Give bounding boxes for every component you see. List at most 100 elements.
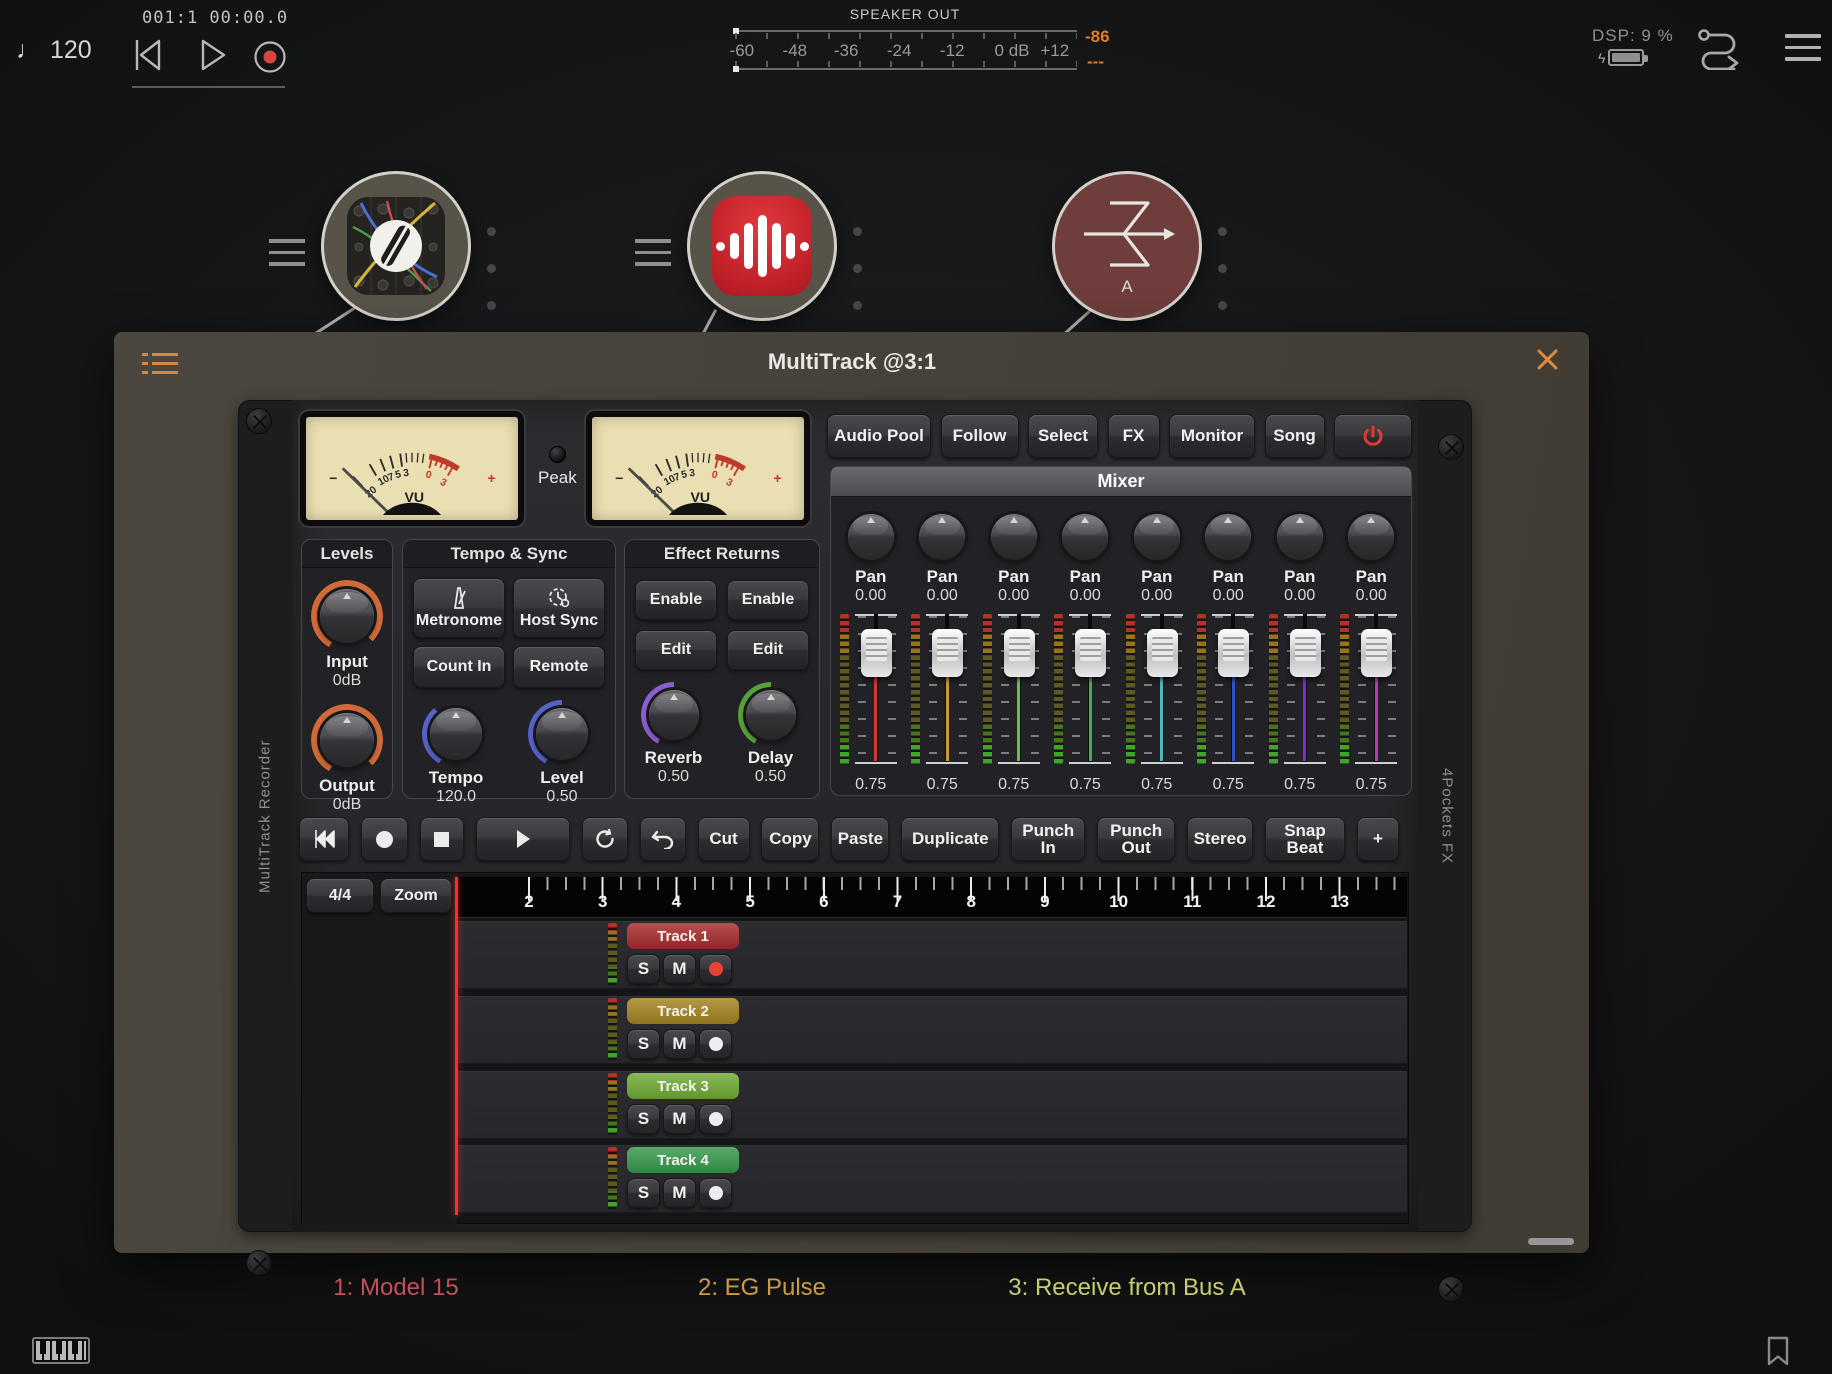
undo-button[interactable]: [640, 817, 686, 861]
track-name[interactable]: Track 4: [627, 1147, 739, 1173]
bar-ruler[interactable]: 2 3 4 5 6 7 8 9 10 11 12 13: [457, 877, 1407, 918]
count-in-button[interactable]: Count In: [413, 646, 505, 688]
track-lane[interactable]: [457, 1145, 1407, 1213]
mute-button[interactable]: M: [663, 954, 696, 984]
node-bus-receive[interactable]: A: [1052, 171, 1202, 321]
play-clip-button[interactable]: [476, 817, 570, 861]
stereo-button[interactable]: Stereo: [1187, 817, 1253, 861]
delay-edit-button[interactable]: Edit: [727, 630, 809, 670]
channel-fader[interactable]: [982, 614, 1046, 764]
resize-pill[interactable]: [1528, 1238, 1574, 1245]
monitor-button[interactable]: Monitor: [1169, 414, 1255, 458]
node-menu-egpulse[interactable]: [635, 231, 671, 274]
add-track-button[interactable]: +: [1357, 817, 1399, 861]
node-ports-egpulse[interactable]: [853, 199, 862, 338]
punch-out-button[interactable]: Punch Out: [1097, 817, 1175, 861]
channel-fader[interactable]: [1196, 614, 1260, 764]
record-button[interactable]: [253, 40, 287, 74]
metronome-button[interactable]: Metronome: [413, 578, 505, 638]
node-model15[interactable]: [321, 171, 471, 321]
power-button[interactable]: [1334, 414, 1412, 458]
pan-knob[interactable]: [991, 514, 1037, 560]
input-knob[interactable]: [320, 589, 374, 643]
arm-button[interactable]: [699, 954, 732, 984]
audio-pool-button[interactable]: Audio Pool: [827, 414, 931, 458]
follow-button[interactable]: Follow: [941, 414, 1019, 458]
fader-handle[interactable]: [932, 629, 963, 677]
channel-fader[interactable]: [1268, 614, 1332, 764]
copy-button[interactable]: Copy: [761, 817, 819, 861]
mute-button[interactable]: M: [663, 1029, 696, 1059]
mute-button[interactable]: M: [663, 1104, 696, 1134]
mute-button[interactable]: M: [663, 1178, 696, 1208]
host-sync-button[interactable]: Host Sync: [513, 578, 605, 638]
pan-knob[interactable]: [919, 514, 965, 560]
snap-beat-button[interactable]: Snap Beat: [1265, 817, 1345, 861]
cut-button[interactable]: Cut: [698, 817, 750, 861]
pan-knob[interactable]: [1205, 514, 1251, 560]
tempo-knob[interactable]: [430, 708, 482, 760]
song-button[interactable]: Song: [1265, 414, 1325, 458]
close-icon[interactable]: [1534, 346, 1560, 372]
solo-button[interactable]: S: [627, 954, 660, 984]
fader-handle[interactable]: [1290, 629, 1321, 677]
routing-icon[interactable]: [1698, 28, 1742, 75]
window-menu-icon[interactable]: [152, 347, 178, 380]
solo-button[interactable]: S: [627, 1104, 660, 1134]
node-ports-bus[interactable]: [1218, 199, 1227, 338]
time-sig-button[interactable]: 4/4: [306, 878, 374, 913]
channel-fader[interactable]: [910, 614, 974, 764]
main-menu-icon[interactable]: [1785, 26, 1821, 69]
remote-button[interactable]: Remote: [513, 646, 605, 688]
channel-fader[interactable]: [1053, 614, 1117, 764]
pan-knob[interactable]: [1062, 514, 1108, 560]
arm-button[interactable]: [699, 1178, 732, 1208]
channel-fader[interactable]: [1125, 614, 1189, 764]
track-name[interactable]: Track 2: [627, 998, 739, 1024]
output-knob[interactable]: [320, 713, 374, 767]
arm-button[interactable]: [699, 1104, 732, 1134]
node-ports-model15[interactable]: [487, 199, 496, 338]
fader-handle[interactable]: [1218, 629, 1249, 677]
track-lane[interactable]: [457, 996, 1407, 1064]
track-lane[interactable]: [457, 921, 1407, 989]
pan-knob[interactable]: [1348, 514, 1394, 560]
loop-button[interactable]: [582, 817, 628, 861]
reverb-enable-button[interactable]: Enable: [635, 580, 717, 620]
fx-button[interactable]: FX: [1108, 414, 1160, 458]
level-knob[interactable]: [536, 708, 588, 760]
track-lane[interactable]: [457, 1071, 1407, 1139]
rewind-button[interactable]: [299, 817, 349, 861]
duplicate-button[interactable]: Duplicate: [901, 817, 999, 861]
reverb-edit-button[interactable]: Edit: [635, 630, 717, 670]
punch-in-button[interactable]: Punch In: [1011, 817, 1085, 861]
fader-handle[interactable]: [1075, 629, 1106, 677]
track-name[interactable]: Track 3: [627, 1073, 739, 1099]
channel-fader[interactable]: [839, 614, 903, 764]
solo-button[interactable]: S: [627, 1178, 660, 1208]
delay-enable-button[interactable]: Enable: [727, 580, 809, 620]
arm-button[interactable]: [699, 1029, 732, 1059]
pan-knob[interactable]: [1277, 514, 1323, 560]
fader-handle[interactable]: [1004, 629, 1035, 677]
record-clip-button[interactable]: [361, 817, 408, 861]
delay-knob[interactable]: [746, 690, 796, 740]
fader-handle[interactable]: [1361, 629, 1392, 677]
solo-button[interactable]: S: [627, 1029, 660, 1059]
stop-button[interactable]: [420, 817, 464, 861]
paste-button[interactable]: Paste: [831, 817, 889, 861]
skip-back-button[interactable]: [134, 38, 162, 72]
track-name[interactable]: Track 1: [627, 923, 739, 949]
reverb-knob[interactable]: [649, 690, 699, 740]
playhead[interactable]: [455, 877, 458, 1215]
keyboard-icon[interactable]: [32, 1337, 90, 1364]
play-button[interactable]: [199, 38, 227, 72]
bookmark-icon[interactable]: [1766, 1336, 1790, 1371]
pan-knob[interactable]: [1134, 514, 1180, 560]
zoom-button[interactable]: Zoom: [380, 878, 452, 913]
fader-handle[interactable]: [861, 629, 892, 677]
node-egpulse[interactable]: [687, 171, 837, 321]
fader-handle[interactable]: [1147, 629, 1178, 677]
select-button[interactable]: Select: [1028, 414, 1098, 458]
tempo-display[interactable]: ♩ 120: [16, 36, 92, 65]
